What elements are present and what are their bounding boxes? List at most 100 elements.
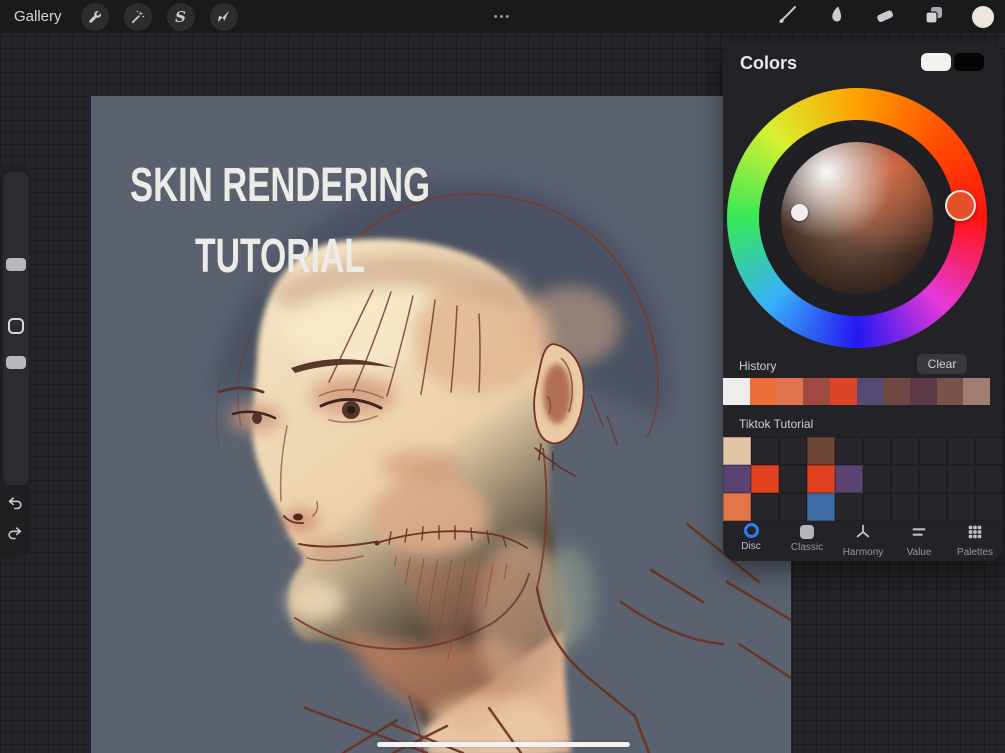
tab-label: Disc [741,541,761,552]
palette-empty-cell [891,465,919,493]
tab-label: Value [906,547,932,558]
eraser-button[interactable] [874,4,896,29]
palette-empty-cell [919,437,947,465]
palette-empty-cell [975,493,1003,521]
adjustments-button[interactable] [123,2,152,31]
palettes-icon [966,523,984,544]
palette-empty-cell [947,437,975,465]
palette-empty-cell [751,437,779,465]
tab-harmony[interactable]: Harmony [835,521,891,559]
layers-button[interactable] [923,4,945,29]
palette-swatch[interactable] [807,437,835,465]
current-color-button[interactable] [972,5,994,28]
slider-bar [3,172,29,485]
brush-button[interactable] [776,4,798,29]
history-swatch[interactable] [909,378,937,405]
palette-empty-cell [919,493,947,521]
hue-selector[interactable] [945,190,976,221]
history-swatch[interactable] [883,378,910,405]
secondary-color-swatch[interactable] [954,53,984,71]
tab-palettes[interactable]: Palettes [947,521,1003,559]
history-swatch[interactable] [749,378,777,405]
palette-empty-cell [919,465,947,493]
history-swatch[interactable] [963,378,991,405]
undo-button[interactable] [5,495,25,515]
harmony-icon [854,523,872,544]
brush-size-slider[interactable] [6,258,26,271]
tab-label: Palettes [956,547,994,558]
wrench-icon [87,9,103,25]
history-label: History [739,359,777,373]
palette-empty-cell [751,493,779,521]
palette-empty-cell [891,437,919,465]
palette-empty-cell [835,437,863,465]
palette-name: Tiktok Tutorial [739,417,814,431]
colors-panel-title: Colors [740,53,798,73]
history-swatch[interactable] [829,378,857,405]
redo-button[interactable] [5,525,25,545]
canvas-title-line1: SKIN RENDERING [130,159,430,212]
color-pair [921,53,984,71]
home-indicator[interactable] [377,742,630,747]
smudge-finger-icon [825,4,847,29]
palette-empty-cell [863,437,891,465]
value-icon [910,523,928,544]
canvas[interactable]: SKIN RENDERING TUTORIAL [91,96,791,753]
palette-swatch[interactable] [723,493,751,521]
primary-color-swatch[interactable] [921,53,951,71]
undo-icon [6,495,24,516]
color-mode-tabbar: Disc Classic Harmony Value Palettes [723,521,1003,559]
tab-classic[interactable]: Classic [779,521,835,559]
colors-panel: Colors History Clear Tiktok Tutorial Dis… [723,43,1003,561]
palette-empty-cell [863,465,891,493]
eraser-icon [874,4,896,29]
palette-empty-cell [835,493,863,521]
history-swatch[interactable] [936,378,964,405]
history-swatch[interactable] [803,378,830,405]
overflow-dots-button[interactable]: ••• [494,11,512,23]
palette-empty-cell [779,437,807,465]
selection-s-icon: S [175,7,186,26]
layers-icon [923,4,945,29]
palette-empty-cell [863,493,891,521]
palette-empty-cell [975,437,1003,465]
disc-icon [743,523,759,538]
palette-swatch[interactable] [723,465,751,493]
palette-swatch[interactable] [835,465,863,493]
tab-value[interactable]: Value [891,521,947,559]
history-swatches [723,378,991,405]
history-swatch[interactable] [723,378,750,405]
paintbrush-icon [776,4,798,29]
actions-button[interactable] [80,2,109,31]
gallery-button[interactable]: Gallery [14,8,62,25]
palette-empty-cell [975,465,1003,493]
palette-empty-cell [779,465,807,493]
procreate-app: Gallery S ••• SKIN RENDERING TUTORIAL Co… [0,0,1005,753]
palette-empty-cell [947,493,975,521]
palette-swatch[interactable] [807,465,835,493]
clear-history-button[interactable]: Clear [917,354,967,374]
history-swatch[interactable] [776,378,804,405]
classic-icon [800,525,814,539]
saturation-knob[interactable] [791,204,808,221]
palette-swatch[interactable] [723,437,751,465]
redo-icon [6,525,24,546]
palette-swatch[interactable] [751,465,779,493]
selection-button[interactable]: S [166,2,195,31]
toolbar-left-group: Gallery S [0,2,238,31]
top-toolbar: Gallery S ••• [0,0,1005,33]
history-swatch[interactable] [856,378,884,405]
tab-label: Harmony [842,547,884,558]
smudge-button[interactable] [825,4,847,29]
palette-empty-cell [891,493,919,521]
palette-swatch[interactable] [807,493,835,521]
tab-label: Classic [790,542,824,553]
tab-disc[interactable]: Disc [723,521,779,559]
modify-button[interactable] [8,318,24,334]
artwork: SKIN RENDERING TUTORIAL [130,159,791,753]
canvas-title-line2: TUTORIAL [195,230,365,283]
sidebar [0,165,30,557]
brush-opacity-slider[interactable] [6,356,26,369]
palette-grid [723,437,1003,521]
transform-button[interactable] [209,2,238,31]
